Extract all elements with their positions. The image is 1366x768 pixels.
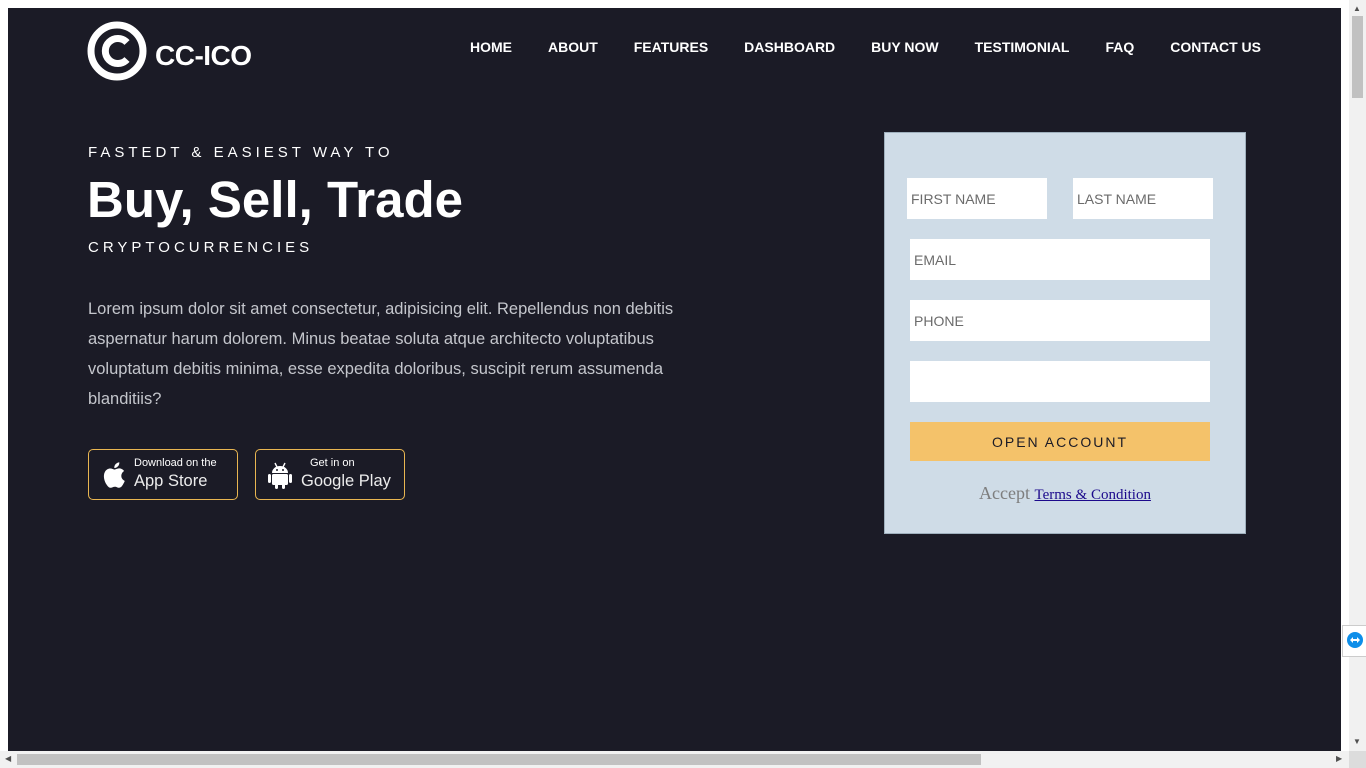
nav-about[interactable]: ABOUT	[548, 39, 598, 55]
hero-headline: Buy, Sell, Trade	[87, 171, 464, 228]
open-account-button[interactable]: OPEN ACCOUNT	[910, 422, 1210, 461]
nav-buy-now[interactable]: BUY NOW	[871, 39, 938, 55]
app-store-button[interactable]: Download on the App Store	[88, 449, 238, 500]
extra-field[interactable]	[910, 361, 1210, 402]
scroll-left-icon[interactable]: ◀	[5, 754, 11, 763]
android-icon	[268, 462, 292, 489]
nav-testimonial[interactable]: TESTIMONIAL	[975, 39, 1070, 55]
main-nav: HOME ABOUT FEATURES DASHBOARD BUY NOW TE…	[470, 39, 1261, 55]
brand-name: CC-ICO	[155, 40, 252, 71]
hero-tagline: FASTEDT & EASIEST WAY TO	[88, 144, 394, 161]
landing-page: CC-ICO HOME ABOUT FEATURES DASHBOARD BUY…	[8, 8, 1341, 751]
scroll-down-icon[interactable]: ▼	[1353, 737, 1361, 746]
terms-link[interactable]: Terms & Condition	[1035, 487, 1151, 503]
signup-form: OPEN ACCOUNT Accept Terms & Condition	[884, 132, 1246, 534]
google-play-small-label: Get in on	[310, 457, 355, 469]
scroll-right-icon[interactable]: ▶	[1336, 754, 1342, 763]
hero-subline: CRYPTOCURRENCIES	[88, 239, 314, 256]
nav-home[interactable]: HOME	[470, 39, 512, 55]
copyright-icon	[87, 21, 147, 81]
nav-contact-us[interactable]: CONTACT US	[1170, 39, 1261, 55]
app-store-small-label: Download on the	[134, 457, 217, 469]
last-name-field[interactable]	[1073, 178, 1213, 219]
horizontal-scroll-thumb[interactable]	[17, 754, 981, 765]
scroll-up-icon[interactable]: ▲	[1353, 4, 1361, 13]
vertical-scroll-thumb[interactable]	[1352, 16, 1363, 98]
horizontal-scrollbar[interactable]: ◀ ▶	[0, 751, 1349, 768]
brand-logo[interactable]: CC-ICO	[87, 21, 252, 81]
email-field[interactable]	[910, 239, 1210, 280]
apple-icon	[103, 461, 125, 488]
google-play-label: Google Play	[301, 472, 391, 490]
remote-support-widget[interactable]	[1342, 625, 1366, 657]
app-store-label: App Store	[134, 472, 208, 490]
nav-features[interactable]: FEATURES	[634, 39, 708, 55]
nav-faq[interactable]: FAQ	[1105, 39, 1134, 55]
remote-support-icon	[1347, 632, 1363, 648]
first-name-field[interactable]	[907, 178, 1047, 219]
scrollbar-corner	[1349, 751, 1366, 768]
nav-dashboard[interactable]: DASHBOARD	[744, 39, 835, 55]
terms-line: Accept Terms & Condition	[885, 483, 1245, 504]
accept-label: Accept	[979, 483, 1030, 503]
phone-field[interactable]	[910, 300, 1210, 341]
google-play-button[interactable]: Get in on Google Play	[255, 449, 405, 500]
hero-description: Lorem ipsum dolor sit amet consectetur, …	[88, 300, 674, 408]
